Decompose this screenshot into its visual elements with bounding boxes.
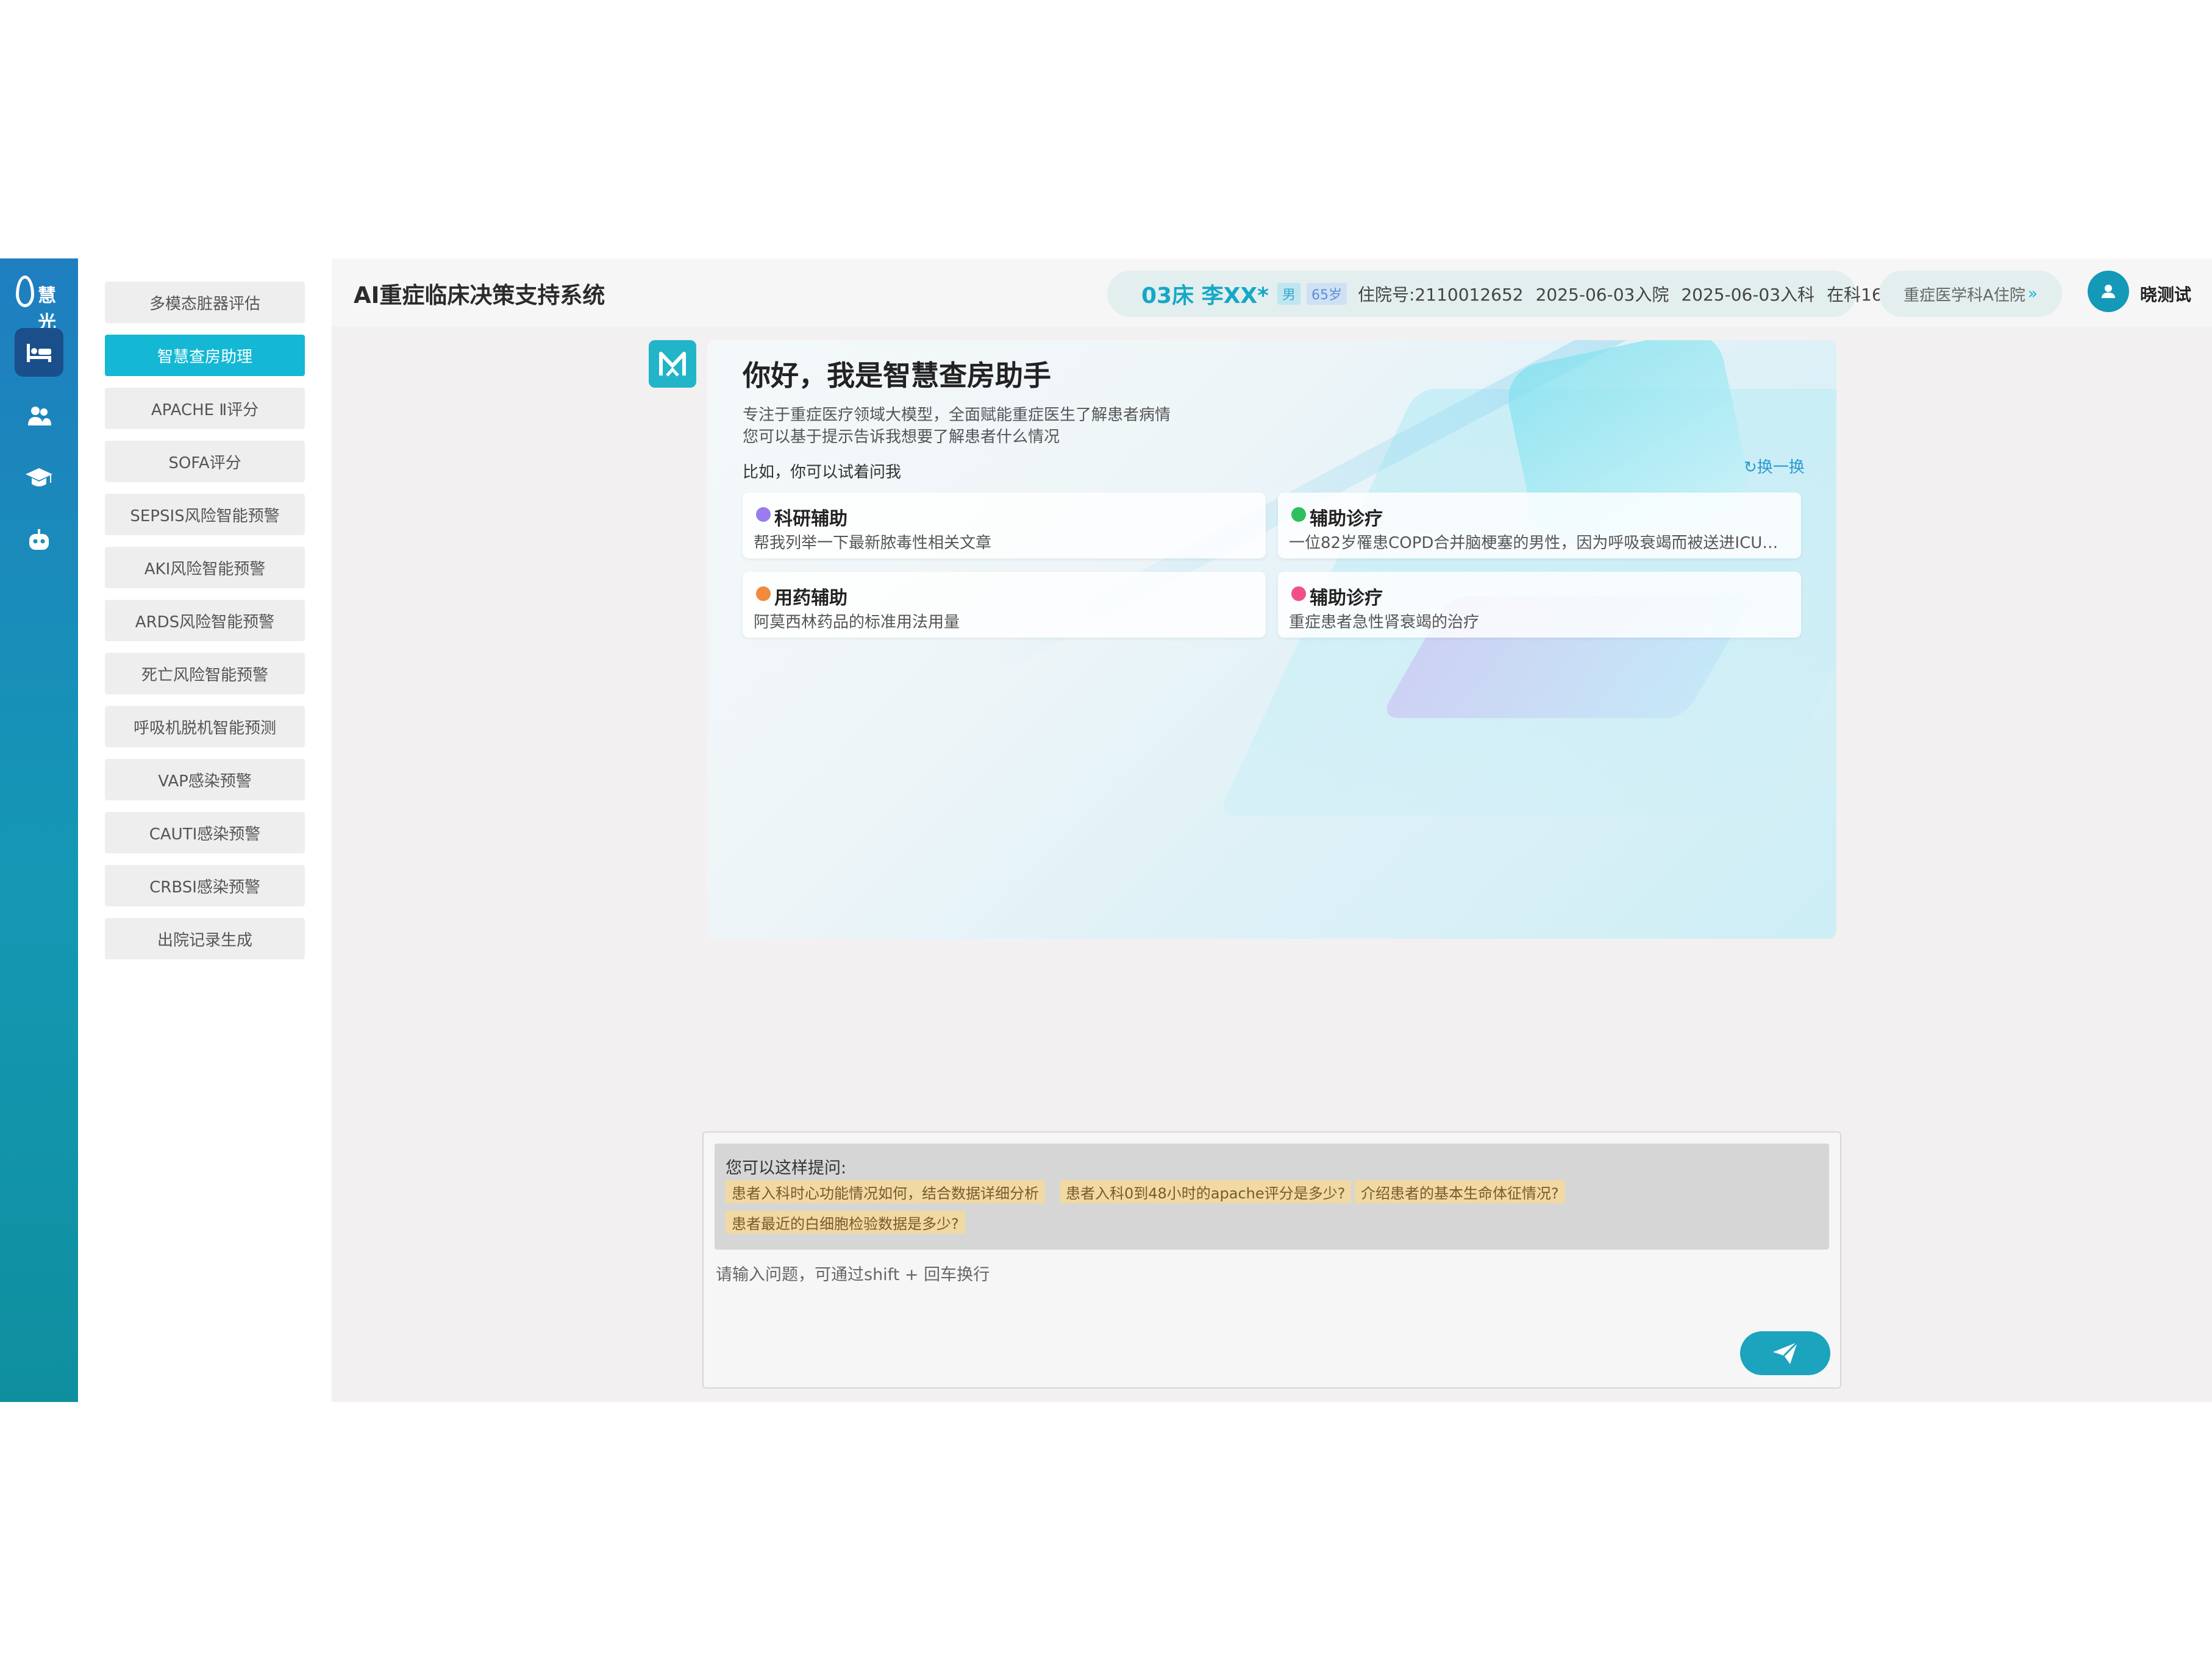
app-window: 慧光 多模态脏器评估 智慧查房助理 APACHE Ⅱ评分 SOFA评分 SEPS… [0,258,2212,1402]
prompt-card-title: 辅助诊疗 [1310,508,1383,530]
suggestion-title: 您可以这样提问: [726,1159,847,1178]
patient-bed-name: 03床 李XX* [1141,283,1269,308]
admission-number: 住院号:2110012652 [1358,285,1524,305]
gender-badge: 男 [1277,283,1300,305]
bed-icon[interactable] [15,328,63,377]
prompt-card-research[interactable]: 科研辅助 帮我列举一下最新脓毒性相关文章 [743,493,1266,558]
suggestion-chip[interactable]: 患者入科时心功能情况如何，结合数据详细分析 [726,1180,1045,1203]
menu-item-ards[interactable]: ARDS风险智能预警 [105,600,305,641]
age-badge: 65岁 [1307,283,1347,305]
department-label: 重症医学科A住院 [1903,286,2025,305]
prompt-card-title: 用药辅助 [774,588,847,609]
assistant-logo-icon [649,340,696,388]
diagnosis-icon [1291,507,1306,522]
app-logo: 慧光 [13,272,65,333]
try-asking-label: 比如，你可以试着问我 [743,463,902,482]
dept-admit-date: 2025-06-03入科 [1681,285,1815,305]
prompt-card-text: 帮我列举一下最新脓毒性相关文章 [754,534,992,552]
patient-info-bar[interactable]: 03床 李XX* 男 65岁 住院号:2110012652 2025-06-03… [1107,271,1900,317]
menu-item-cauti[interactable]: CAUTI感染预警 [105,812,305,853]
refresh-button[interactable]: ↻换一换 [1744,455,1805,477]
user-icon [2102,285,2115,298]
menu-item-apache[interactable]: APACHE Ⅱ评分 [105,388,305,429]
intro-line-2: 您可以基于提示告诉我想要了解患者什么情况 [743,428,1060,446]
medication-icon [756,586,771,601]
menu-item-discharge-record[interactable]: 出院记录生成 [105,918,305,959]
menu-item-mortality[interactable]: 死亡风险智能预警 [105,653,305,694]
prompt-card-text: 一位82岁罹患COPD合并脑梗塞的男性，因为呼吸衰竭而被送进ICU… [1289,534,1779,552]
send-icon [1773,1341,1799,1364]
intro-line-1: 专注于重症医疗领域大模型，全面赋能重症医生了解患者病情 [743,406,1171,424]
page-title: AI重症临床决策支持系统 [354,282,605,308]
prompt-card-diagnosis-2[interactable]: 辅助诊疗 重症患者急性肾衰竭的治疗 [1278,572,1801,638]
welcome-panel: 你好，我是智慧查房助手 专注于重症医疗领域大模型，全面赋能重症医生了解患者病情 … [707,340,1836,939]
chevron-right-icon: » [2027,285,2038,303]
chat-input-panel: 您可以这样提问: 患者入科时心功能情况如何，结合数据详细分析 患者入科0到48小… [702,1131,1841,1389]
logo-text: 慧光 [38,285,56,333]
question-input[interactable] [715,1261,1693,1289]
menu-item-sepsis[interactable]: SEPSIS风险智能预警 [105,494,305,535]
prompt-card-diagnosis-1[interactable]: 辅助诊疗 一位82岁罹患COPD合并脑梗塞的男性，因为呼吸衰竭而被送进ICU… [1278,493,1801,558]
suggestion-chip[interactable]: 患者最近的白细胞检验数据是多少? [726,1211,965,1234]
robot-icon[interactable] [15,516,63,564]
avatar[interactable] [2088,271,2129,312]
suggestion-chip[interactable]: 介绍患者的基本生命体征情况? [1355,1180,1565,1203]
refresh-label: 换一换 [1757,458,1805,477]
top-header: AI重症临床决策支持系统 03床 李XX* 男 65岁 住院号:21100126… [332,258,2212,327]
menu-item-ventilator-weaning[interactable]: 呼吸机脱机智能预测 [105,706,305,747]
greeting-title: 你好，我是智慧查房助手 [743,359,1051,392]
prompt-card-text: 重症患者急性肾衰竭的治疗 [1289,613,1480,632]
menu-item-vap[interactable]: VAP感染预警 [105,759,305,800]
send-button[interactable] [1740,1331,1830,1375]
user-name: 晓测试 [2140,285,2192,305]
research-icon [756,507,771,522]
feature-menu: 多模态脏器评估 智慧查房助理 APACHE Ⅱ评分 SOFA评分 SEPSIS风… [78,258,332,1402]
prompt-card-medication[interactable]: 用药辅助 阿莫西林药品的标准用法用量 [743,572,1266,638]
menu-item-crbsi[interactable]: CRBSI感染预警 [105,865,305,906]
prompt-card-title: 辅助诊疗 [1310,588,1383,609]
logo-drop-icon [16,276,34,307]
menu-item-sofa[interactable]: SOFA评分 [105,441,305,482]
icon-rail: 慧光 [0,258,78,1402]
refresh-icon: ↻ [1744,458,1757,477]
menu-item-multimodal-organ[interactable]: 多模态脏器评估 [105,282,305,323]
graduation-cap-icon[interactable] [15,454,63,502]
prompt-card-title: 科研辅助 [774,508,847,530]
prompt-card-text: 阿莫西林药品的标准用法用量 [754,613,960,632]
suggestion-chip[interactable]: 患者入科0到48小时的apache评分是多少? [1060,1180,1352,1203]
diagnosis-icon [1291,586,1306,601]
patients-icon[interactable] [15,391,63,440]
menu-item-smart-rounds[interactable]: 智慧查房助理 [105,335,305,376]
suggestion-box: 您可以这样提问: 患者入科时心功能情况如何，结合数据详细分析 患者入科0到48小… [715,1144,1829,1250]
menu-item-aki[interactable]: AKI风险智能预警 [105,547,305,588]
department-selector[interactable]: 重症医学科A住院 » [1879,271,2062,317]
hospital-admit-date: 2025-06-03入院 [1535,285,1669,305]
